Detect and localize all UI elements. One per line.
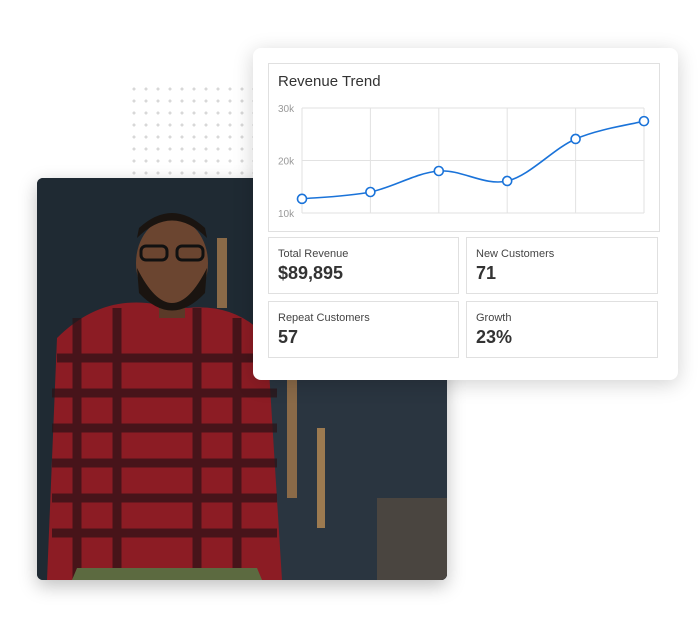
revenue-trend-chart: Revenue Trend 10k 20k 30k	[268, 63, 660, 232]
stat-total-revenue: Total Revenue $89,895	[268, 237, 459, 294]
stat-label: Total Revenue	[278, 248, 349, 260]
data-point	[638, 115, 650, 127]
line-chart-svg: 10k 20k 30k	[278, 104, 650, 220]
stat-value: 71	[476, 263, 497, 283]
y-tick-label: 10k	[278, 209, 295, 220]
data-point	[296, 193, 308, 205]
data-point	[365, 186, 376, 198]
dot-grid-decoration	[128, 83, 253, 175]
stat-label: Repeat Customers	[278, 312, 370, 324]
stat-value: $89,895	[278, 263, 344, 283]
revenue-dashboard-card: Revenue Trend 10k 20k 30k Total Revenue $8…	[253, 48, 678, 380]
data-point	[433, 165, 445, 177]
stat-value: 57	[278, 327, 299, 347]
series-line	[301, 120, 645, 200]
y-tick-label: 30k	[278, 104, 295, 115]
data-point	[501, 175, 513, 187]
data-point	[570, 133, 581, 145]
y-tick-label: 20k	[278, 157, 295, 168]
stat-growth: Growth 23%	[466, 301, 658, 358]
stat-label: Growth	[476, 312, 512, 324]
stat-label: New Customers	[476, 248, 555, 260]
stat-repeat-customers: Repeat Customers 57	[268, 301, 459, 358]
stat-new-customers: New Customers 71	[466, 237, 658, 294]
stat-value: 23%	[476, 327, 513, 347]
